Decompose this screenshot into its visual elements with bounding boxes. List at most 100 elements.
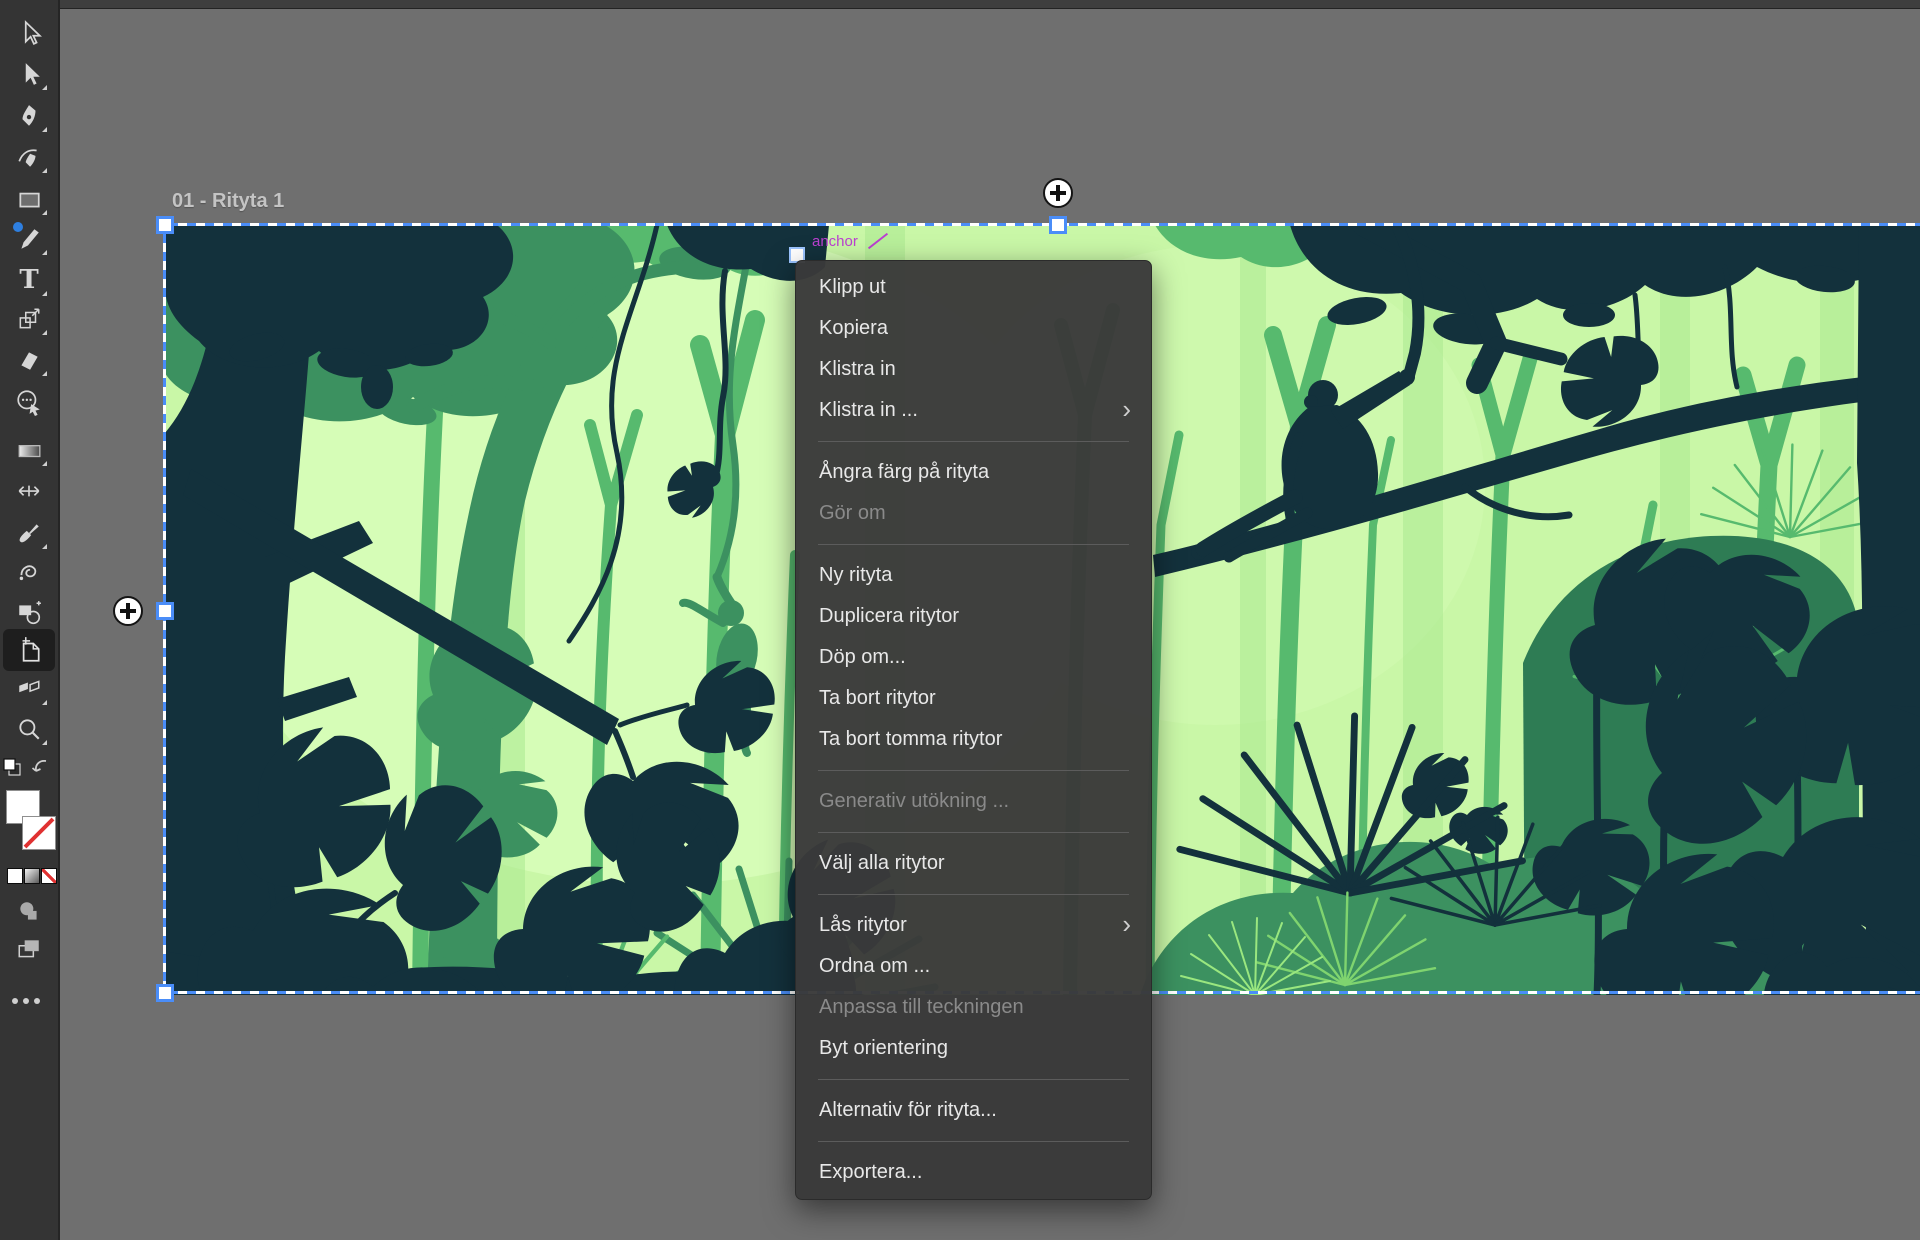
scale-tool-button[interactable] <box>7 300 51 338</box>
discover-tool-button[interactable] <box>7 383 51 421</box>
menu-separator <box>818 441 1129 442</box>
flyout-indicator <box>42 210 47 215</box>
flyout-indicator <box>42 544 47 549</box>
flyout-indicator <box>42 461 47 466</box>
pen-tool-button[interactable] <box>7 97 51 135</box>
twirl-tool-button[interactable] <box>7 554 51 592</box>
menu-item-artboard-options[interactable]: Alternativ för rityta... <box>796 1090 1151 1131</box>
rectangle-tool-button[interactable] <box>7 180 51 218</box>
dot-icon <box>23 998 29 1004</box>
add-artboard-button-left[interactable] <box>113 596 143 626</box>
pen-icon <box>16 103 42 129</box>
eraser-tool-button[interactable] <box>7 341 51 379</box>
shape-builder-tool-button[interactable] <box>7 594 51 632</box>
menu-item-change-orientation[interactable]: Byt orientering <box>796 1028 1151 1069</box>
artboard-handle-left-mid[interactable] <box>156 602 174 620</box>
menu-item-new-artboard[interactable]: Ny rityta <box>796 555 1151 596</box>
rectangle-icon <box>16 186 42 212</box>
plus-icon <box>1056 185 1060 201</box>
dot-icon <box>34 998 40 1004</box>
none-swatch-button[interactable] <box>41 868 57 884</box>
flyout-indicator <box>42 740 47 745</box>
artboard-handle-top-mid[interactable] <box>1049 216 1067 234</box>
menu-separator <box>818 894 1129 895</box>
color-swatch-button[interactable] <box>7 868 23 884</box>
flyout-indicator <box>42 250 47 255</box>
selection-arrow-icon <box>16 20 42 46</box>
gradient-icon <box>16 437 42 463</box>
shape-builder-icon <box>16 600 42 626</box>
menu-item-fit-to-artwork: Anpassa till teckningen <box>796 987 1151 1028</box>
type-tool-button[interactable]: T <box>7 261 51 299</box>
free-transform-tool-button[interactable] <box>7 670 51 708</box>
artboard-handle-top-left[interactable] <box>156 216 174 234</box>
menu-separator <box>818 770 1129 771</box>
curvature-tool-button[interactable] <box>7 138 51 176</box>
eyedropper-icon <box>16 520 42 546</box>
curvature-pen-icon <box>16 144 42 170</box>
screen-mode-icon <box>16 936 42 962</box>
zoom-tool-button[interactable] <box>7 710 51 748</box>
gradient-swatch-button[interactable] <box>24 868 40 884</box>
menu-item-rearrange[interactable]: Ordna om ... <box>796 946 1151 987</box>
menu-item-paste-special[interactable]: Klistra in ...› <box>796 390 1151 431</box>
artboard-icon <box>15 636 43 664</box>
menu-item-delete-artboards[interactable]: Ta bort ritytor <box>796 678 1151 719</box>
menu-item-export[interactable]: Exportera... <box>796 1152 1151 1193</box>
menu-item-undo[interactable]: Ångra färg på rityta <box>796 452 1151 493</box>
add-artboard-button-top[interactable] <box>1043 178 1073 208</box>
more-tools-button[interactable] <box>12 998 40 1004</box>
menu-item-select-all-artboards[interactable]: Välj alla ritytor <box>796 843 1151 884</box>
magnifier-icon <box>16 716 42 742</box>
direct-selection-arrow-icon <box>16 61 42 87</box>
flyout-indicator <box>42 371 47 376</box>
dot-icon <box>12 998 18 1004</box>
artboard-context-menu: Klipp ut Kopiera Klistra in Klistra in .… <box>795 260 1152 1200</box>
flyout-indicator <box>42 700 47 705</box>
width-tool-button[interactable] <box>7 472 51 510</box>
selection-tool-button[interactable] <box>7 14 51 52</box>
artboard-tool-button[interactable] <box>7 631 51 669</box>
artboard-handle-bottom-left[interactable] <box>156 984 174 1002</box>
scale-icon <box>16 306 42 332</box>
width-tool-icon <box>16 478 42 504</box>
flyout-indicator <box>42 168 47 173</box>
menu-item-paste[interactable]: Klistra in <box>796 349 1151 390</box>
gradient-tool-button[interactable] <box>7 431 51 469</box>
eraser-icon <box>16 347 42 373</box>
twirl-icon <box>16 560 42 586</box>
none-slash-icon <box>23 817 55 849</box>
menu-separator <box>818 832 1129 833</box>
stroke-swatch[interactable] <box>22 816 56 850</box>
speech-bubble-arrow-icon <box>15 388 43 416</box>
menu-item-duplicate-artboards[interactable]: Duplicera ritytor <box>796 596 1151 637</box>
flyout-indicator <box>42 330 47 335</box>
anchor-label: anchor <box>812 233 858 250</box>
flyout-indicator <box>42 291 47 296</box>
tools-panel: T <box>0 0 60 1240</box>
type-tool-icon: T <box>19 267 38 293</box>
submenu-arrow-icon: › <box>1122 389 1131 430</box>
flyout-indicator <box>42 127 47 132</box>
tool-hint-dot <box>13 222 23 232</box>
submenu-arrow-icon: › <box>1122 904 1131 945</box>
menu-item-redo: Gör om <box>796 493 1151 534</box>
free-transform-icon <box>16 676 42 702</box>
plus-icon <box>126 603 130 619</box>
default-swatches-and-reset-icon <box>0 755 58 787</box>
menu-separator <box>818 1079 1129 1080</box>
menu-item-cut[interactable]: Klipp ut <box>796 267 1151 308</box>
menu-item-copy[interactable]: Kopiera <box>796 308 1151 349</box>
menu-item-delete-empty-artboards[interactable]: Ta bort tomma ritytor <box>796 719 1151 760</box>
menu-separator <box>818 544 1129 545</box>
document-tab-strip <box>60 0 1920 9</box>
direct-selection-tool-button[interactable] <box>7 55 51 93</box>
screen-mode-button[interactable] <box>7 930 51 968</box>
artboard-label: 01 - Rityta 1 <box>172 190 284 213</box>
eyedropper-tool-button[interactable] <box>7 514 51 552</box>
menu-item-rename[interactable]: Döp om... <box>796 637 1151 678</box>
default-fill-stroke-widget[interactable] <box>0 755 58 792</box>
draw-mode-button[interactable] <box>7 893 51 931</box>
draw-mode-icon <box>16 899 42 925</box>
menu-item-lock-artboards[interactable]: Lås ritytor› <box>796 905 1151 946</box>
